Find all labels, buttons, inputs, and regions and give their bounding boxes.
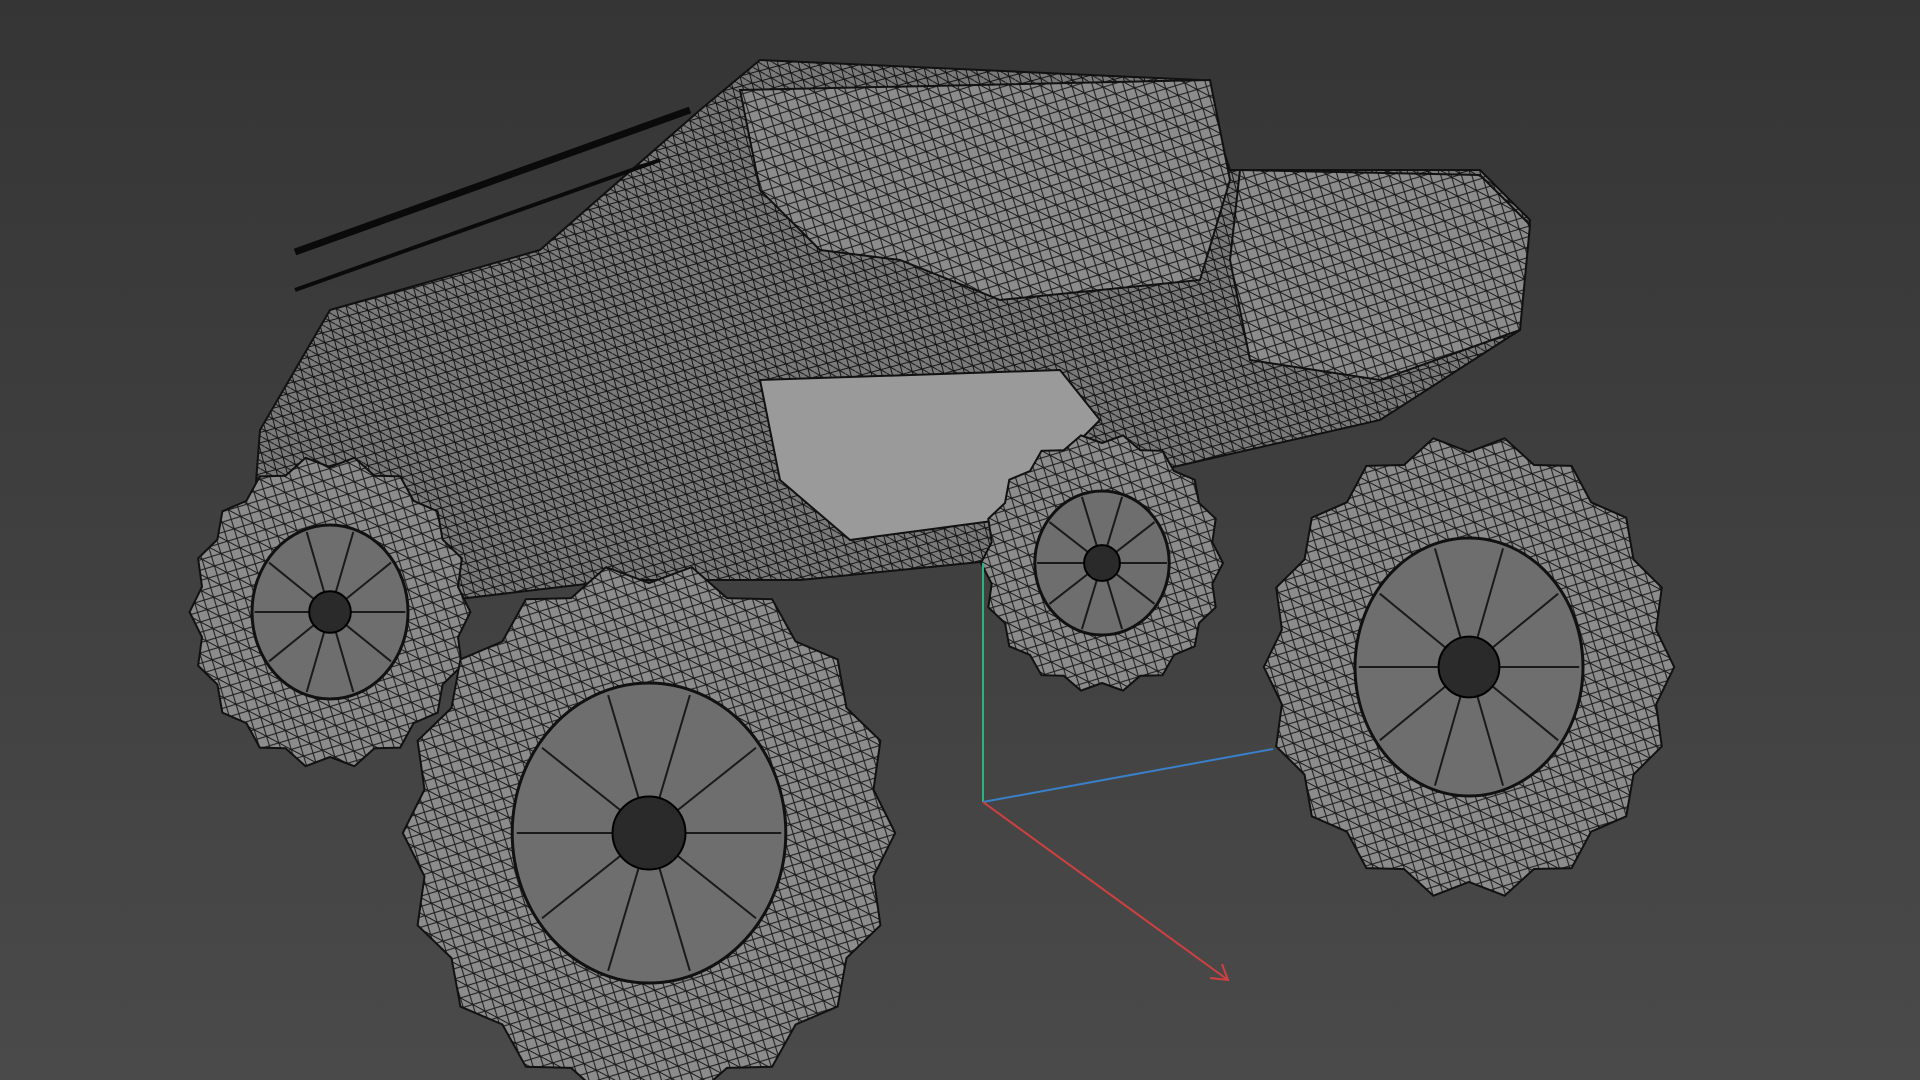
- viewport-canvas[interactable]: [0, 0, 1920, 1080]
- wheel-hub: [611, 795, 687, 871]
- wheel-hub: [1083, 544, 1121, 582]
- 3d-viewport[interactable]: [0, 0, 1920, 1080]
- wheel-hub: [308, 590, 352, 634]
- wheel-hub: [1437, 635, 1501, 699]
